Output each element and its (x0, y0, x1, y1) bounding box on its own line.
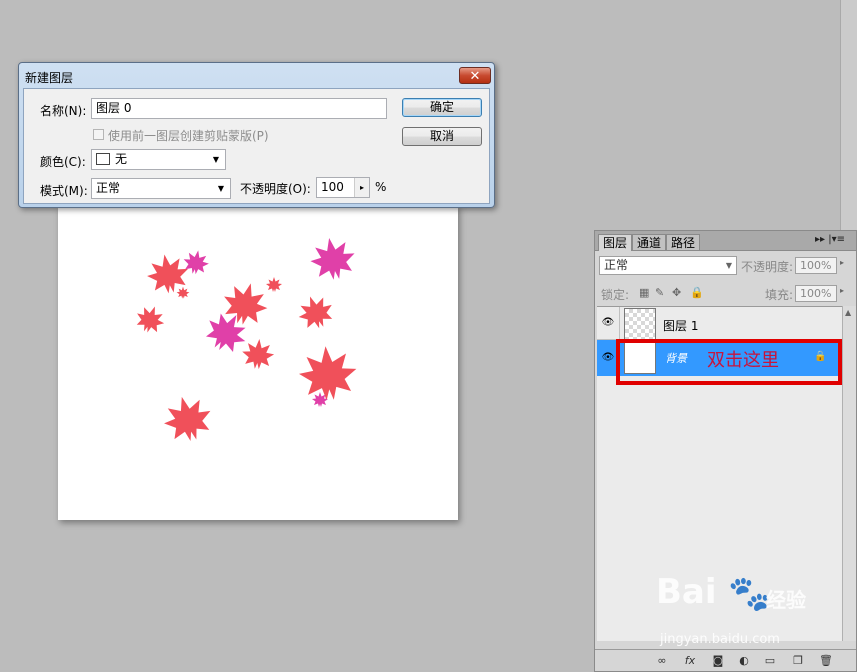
delete-layer-icon[interactable]: 🗑 (819, 654, 833, 668)
new-layer-dialog: 新建图层 ✕ 名称(N): 图层 0 使用前一图层创建剪贴蒙版(P) 颜色(C)… (18, 62, 495, 208)
leaf (307, 234, 359, 284)
color-label: 颜色(C): (40, 155, 86, 169)
watermark-tail: 经验 (766, 588, 806, 612)
divider (619, 307, 620, 340)
layer-thumbnail (624, 308, 656, 340)
slider-arrow-icon[interactable]: ▸ (354, 178, 369, 197)
color-value: 无 (115, 152, 128, 166)
opacity-unit: % (375, 180, 387, 194)
slider-arrow-icon[interactable]: ▸ (840, 258, 844, 267)
leaf (132, 301, 169, 337)
adjustment-layer-icon[interactable]: ◐ (737, 654, 751, 668)
document-canvas[interactable] (58, 205, 458, 520)
mode-label: 模式(M): (40, 184, 88, 198)
chevron-down-icon: ▼ (212, 155, 219, 164)
leaf (181, 248, 211, 277)
leaf (143, 250, 192, 297)
panel-tab-bar: 图层 通道 路径 ▸▸ |▾≡ (595, 231, 856, 251)
baidu-watermark: Bai 🐾 经验 jingyan.baidu.com (656, 572, 816, 652)
mode-select[interactable]: 正常 ▼ (91, 178, 231, 199)
layer-name: 图层 1 (663, 319, 699, 333)
opacity-value[interactable]: 100% (795, 257, 837, 274)
layer-row[interactable]: 👁 图层 1 (597, 307, 842, 340)
lock-label: 锁定: (601, 288, 630, 302)
dialog-title: 新建图层 (25, 71, 74, 85)
link-layers-icon[interactable]: ∞ (655, 654, 669, 668)
tab-paths[interactable]: 路径 (666, 234, 701, 250)
opacity-field[interactable]: 100 ▸ (316, 177, 370, 198)
lock-paint-icon[interactable]: ✎ (655, 286, 664, 299)
new-layer-icon[interactable]: ❐ (791, 654, 805, 668)
fill-label: 填充: (765, 288, 794, 302)
ok-button[interactable]: 确定 (402, 98, 482, 117)
fill-value[interactable]: 100% (795, 285, 837, 302)
layer-mask-icon[interactable]: ◙ (711, 654, 725, 668)
leaf (266, 277, 282, 292)
tab-channels[interactable]: 通道 (632, 234, 667, 250)
opacity-label: 不透明度(O): (240, 182, 311, 196)
cancel-button[interactable]: 取消 (402, 127, 482, 146)
fx-icon[interactable]: fx (683, 654, 697, 668)
eye-icon[interactable]: 👁 (600, 315, 616, 331)
opacity-value: 100 (321, 180, 344, 194)
watermark-brand: Bai (656, 572, 717, 612)
layers-bottom-toolbar: ∞ fx ◙ ◐ ▭ ❐ 🗑 (595, 649, 856, 671)
layer-list-scrollbar[interactable]: ▲ (842, 306, 856, 641)
leaf (240, 337, 276, 371)
scroll-up-icon[interactable]: ▲ (845, 308, 851, 317)
tab-layers[interactable]: 图层 (598, 234, 633, 251)
chevron-down-icon: ▼ (217, 184, 224, 193)
clip-mask-checkbox[interactable] (93, 129, 104, 140)
color-swatch (96, 153, 110, 165)
eye-icon[interactable]: 👁 (600, 350, 616, 366)
close-button[interactable]: ✕ (459, 67, 491, 84)
leaf (296, 343, 359, 403)
highlight-box (616, 339, 842, 385)
leaf (176, 286, 190, 299)
opacity-label: 不透明度: (741, 260, 794, 274)
leaf (218, 277, 273, 330)
leaf (293, 290, 338, 334)
blend-mode-select[interactable]: 正常 ▼ (599, 256, 737, 275)
color-select[interactable]: 无 ▼ (91, 149, 226, 170)
clip-mask-label: 使用前一图层创建剪贴蒙版(P) (108, 129, 269, 143)
paw-icon: 🐾 (728, 574, 771, 614)
mode-value: 正常 (96, 181, 121, 195)
lock-transparency-icon[interactable]: ▦ (639, 286, 649, 299)
watermark-url: jingyan.baidu.com (660, 632, 780, 647)
lock-all-icon[interactable]: 🔒 (690, 286, 704, 299)
group-folder-icon[interactable]: ▭ (763, 654, 777, 668)
lock-move-icon[interactable]: ✥ (672, 286, 681, 299)
panel-menu-icon[interactable]: ▸▸ |▾≡ (815, 234, 845, 245)
dialog-body: 名称(N): 图层 0 使用前一图层创建剪贴蒙版(P) 颜色(C): 无 ▼ 模… (23, 88, 490, 204)
name-field[interactable]: 图层 0 (91, 98, 387, 119)
leaf (158, 390, 217, 447)
slider-arrow-icon[interactable]: ▸ (840, 286, 844, 295)
blend-mode-value: 正常 (604, 258, 629, 272)
maple-leaves-image (132, 234, 359, 447)
chevron-down-icon: ▼ (725, 261, 732, 270)
name-label: 名称(N): (40, 104, 87, 118)
